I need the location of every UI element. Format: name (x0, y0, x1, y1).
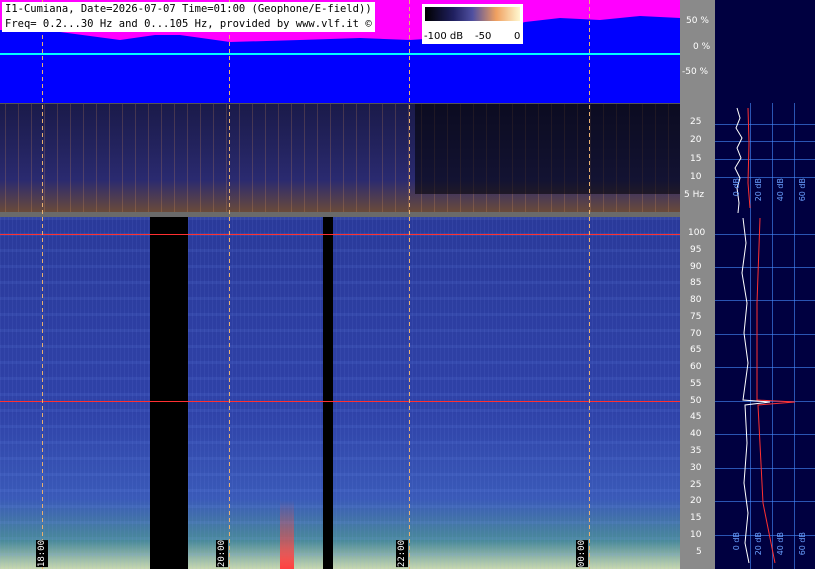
axis-label: 50 % (686, 16, 709, 26)
data-gap (150, 217, 188, 569)
legend-min: -100 dB (424, 31, 464, 42)
side-db-label: 60 dB (798, 178, 807, 202)
side-db-label: 20 dB (754, 178, 763, 202)
axis-label: 15 (690, 154, 702, 164)
axis-label: 20 (690, 135, 702, 145)
burst-highlight (280, 500, 294, 569)
side-db-label: 0 dB (732, 532, 741, 551)
time-marker (589, 0, 590, 569)
axis-label: 20 (690, 496, 702, 506)
axis-label: 95 (690, 245, 702, 255)
side-db-label: 40 dB (776, 532, 785, 556)
axis-label: 70 (690, 329, 702, 339)
legend-max: 0 (514, 31, 521, 42)
time-label: 22:00 (396, 540, 408, 568)
axis-label: 5 Hz (684, 190, 705, 200)
main-spectrogram (0, 217, 680, 569)
axis-label: 80 (690, 295, 702, 305)
axis-label: 15 (690, 513, 702, 523)
axis-label: 65 (690, 345, 702, 355)
station-header: I1-Cumiana, Date=2026-07-07 Time=01:00 (… (2, 2, 375, 32)
axis-label: 60 (690, 362, 702, 372)
axis-label: 40 (690, 429, 702, 439)
axis-label: 25 (690, 480, 702, 490)
axis-label: 100 (688, 228, 706, 238)
side-db-label: 0 dB (732, 178, 741, 197)
side-panel-top (715, 0, 815, 103)
side-db-label: 40 dB (776, 178, 785, 202)
data-gap (323, 217, 333, 569)
axis-label: -50 % (682, 67, 709, 77)
line-100hz (0, 234, 680, 235)
time-label: 18:00 (36, 540, 48, 568)
axis-label: 35 (690, 446, 702, 456)
time-marker (229, 0, 230, 569)
axis-label: 30 (690, 463, 702, 473)
axis-label: 10 (690, 530, 702, 540)
line-50hz (0, 401, 680, 402)
side-db-label: 20 dB (754, 532, 763, 556)
header-line-2: Freq= 0.2...30 Hz and 0...105 Hz, provid… (5, 18, 372, 30)
time-marker (409, 0, 410, 569)
time-label: 00:00 (576, 540, 588, 568)
header-line-1: I1-Cumiana, Date=2026-07-07 Time=01:00 (… (5, 3, 372, 15)
axis-label: 5 (696, 547, 702, 557)
side-db-label: 60 dB (798, 532, 807, 556)
time-marker (42, 0, 43, 569)
axis-label: 45 (690, 412, 702, 422)
axis-label: 50 (690, 396, 702, 406)
axis-label: 25 (690, 117, 702, 127)
time-label: 20:00 (216, 540, 228, 568)
spectrum-trace (734, 107, 796, 564)
spectrogram-quiet-region (415, 104, 680, 194)
axis-label: 55 (690, 379, 702, 389)
color-gradient-bar (425, 7, 520, 21)
axis-label: 75 (690, 312, 702, 322)
axis-label: 85 (690, 278, 702, 288)
legend-mid: -50 (475, 31, 492, 42)
axis-label: 90 (690, 262, 702, 272)
axis-label: 10 (690, 172, 702, 182)
axis-label: 0 % (693, 42, 711, 52)
